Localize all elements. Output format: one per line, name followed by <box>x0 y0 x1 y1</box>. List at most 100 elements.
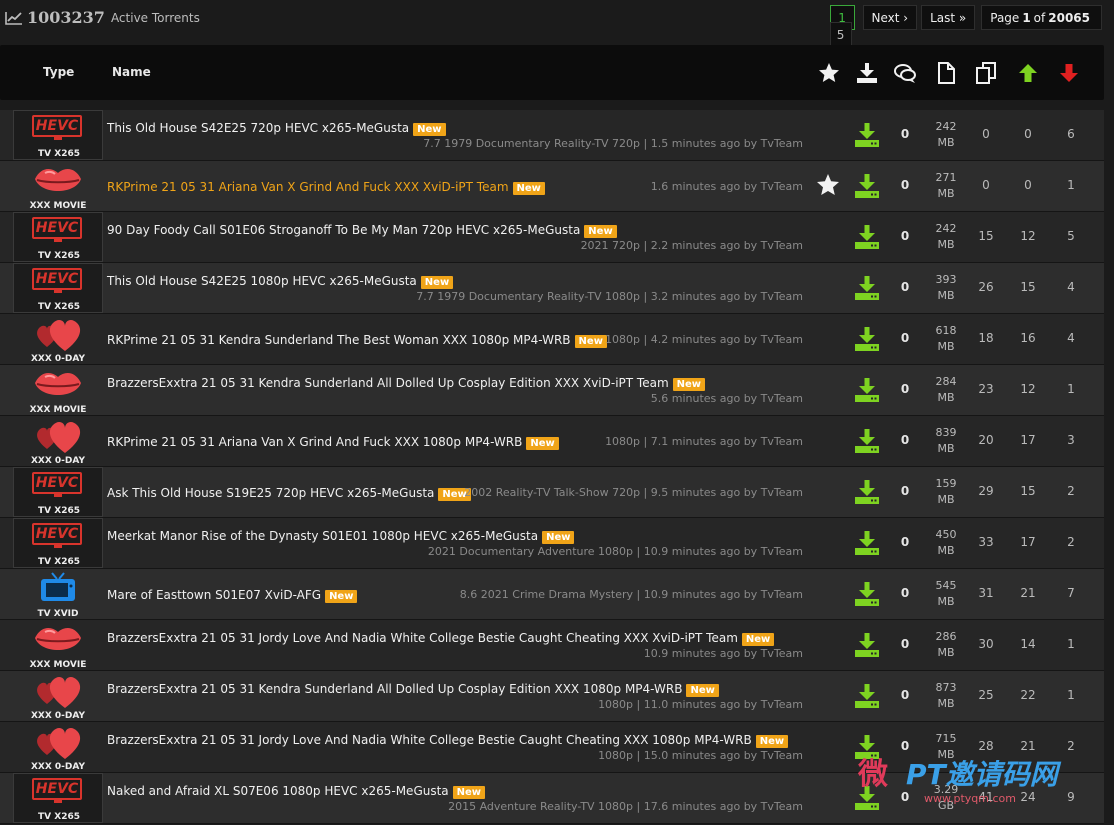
torrent-meta: 7.7 1979 Documentary Reality-TV 1080p | … <box>416 290 803 303</box>
category-label: TV X265 <box>38 557 80 567</box>
size-unit: MB <box>937 340 955 353</box>
size-unit: MB <box>937 187 955 200</box>
torrent-name-link[interactable]: This Old House S42E25 1080p HEVC x265-Me… <box>107 274 454 289</box>
torrent-name-link[interactable]: Meerkat Manor Rise of the Dynasty S01E01… <box>107 529 575 544</box>
new-badge: New <box>542 531 575 544</box>
download-icon[interactable] <box>854 377 880 403</box>
comment-count: 0 <box>900 433 910 447</box>
download-icon[interactable] <box>854 326 880 352</box>
file-icon[interactable] <box>934 61 958 85</box>
torrent-name-link[interactable]: Ask This Old House S19E25 720p HEVC x265… <box>107 486 471 501</box>
completed-count: 4 <box>1067 280 1075 294</box>
category-type[interactable]: HEVC TV X265 <box>13 212 103 262</box>
torrent-name: Naked and Afraid XL S07E06 1080p HEVC x2… <box>107 784 449 798</box>
download-icon[interactable] <box>854 428 880 454</box>
size-unit: MB <box>937 238 955 251</box>
download-icon[interactable] <box>854 224 880 250</box>
download-icon[interactable] <box>854 479 880 505</box>
torrent-name-link[interactable]: BrazzersExxtra 21 05 31 Kendra Sunderlan… <box>107 376 706 391</box>
copy-icon[interactable] <box>974 61 998 85</box>
torrent-name-link[interactable]: This Old House S42E25 720p HEVC x265-MeG… <box>107 121 446 136</box>
download-icon[interactable] <box>854 632 880 658</box>
active-torrents-summary: 1003237 Active Torrents <box>5 8 200 27</box>
star-icon[interactable] <box>816 173 840 197</box>
category-type[interactable]: XXX MOVIE <box>13 620 103 670</box>
new-badge: New <box>755 735 789 748</box>
file-size: 284 MB <box>926 374 966 406</box>
category-label: TV X265 <box>38 812 80 822</box>
column-header-name[interactable]: Name <box>112 65 151 79</box>
category-type[interactable]: XXX 0-DAY <box>13 722 103 772</box>
torrent-name-link[interactable]: Naked and Afraid XL S07E06 1080p HEVC x2… <box>107 784 486 799</box>
file-size: 286 MB <box>926 629 966 661</box>
download-icon[interactable] <box>854 122 880 148</box>
category-type[interactable]: HEVC TV X265 <box>13 467 103 517</box>
next-page-button[interactable]: Next › <box>862 5 918 30</box>
column-header-type[interactable]: Type <box>43 65 74 79</box>
torrent-name-link[interactable]: 90 Day Foody Call S01E06 Stroganoff To B… <box>107 223 617 238</box>
page-button-5[interactable]: 5 <box>829 22 852 47</box>
new-badge: New <box>452 786 486 799</box>
torrent-name-link[interactable]: Mare of Easttown S01E07 XviD-AFG New <box>107 588 358 603</box>
size-unit: MB <box>937 697 955 710</box>
category-type[interactable]: XXX 0-DAY <box>13 416 103 466</box>
comment-count: 0 <box>900 331 910 345</box>
comments-icon[interactable] <box>893 61 917 85</box>
leechers-count: 15 <box>1020 484 1036 498</box>
category-label: XXX MOVIE <box>29 405 87 415</box>
download-icon[interactable] <box>855 61 879 85</box>
completed-count: 1 <box>1067 178 1075 192</box>
size-unit: MB <box>937 391 955 404</box>
table-row: TV XVID Mare of Easttown S01E07 XviD-AFG N… <box>0 569 1104 620</box>
tv-stand <box>54 290 62 293</box>
category-type[interactable]: HEVC TV X265 <box>13 773 103 823</box>
arrow-down-icon[interactable] <box>1057 61 1081 85</box>
table-row: HEVC TV X265 Meerkat Manor Rise of the Dyn… <box>0 518 1104 569</box>
category-type[interactable]: HEVC TV X265 <box>13 263 103 313</box>
arrow-up-icon[interactable] <box>1016 61 1040 85</box>
lips-icon <box>35 373 81 395</box>
hevc-logo: HEVC <box>32 217 82 239</box>
torrent-name-link[interactable]: BrazzersExxtra 21 05 31 Kendra Sunderlan… <box>107 682 719 697</box>
download-icon[interactable] <box>854 530 880 556</box>
category-label: TV X265 <box>38 302 80 312</box>
torrent-name: BrazzersExxtra 21 05 31 Jordy Love And N… <box>107 631 738 645</box>
torrent-name: RKPrime 21 05 31 Ariana Van X Grind And … <box>107 435 523 449</box>
download-icon[interactable] <box>854 173 880 199</box>
torrent-name-link[interactable]: RKPrime 21 05 31 Ariana Van X Grind And … <box>107 180 545 195</box>
file-size: 618 MB <box>926 323 966 355</box>
category-type[interactable]: XXX MOVIE <box>13 161 103 211</box>
download-icon[interactable] <box>854 581 880 607</box>
last-page-button[interactable]: Last » <box>921 5 976 30</box>
torrent-name-link[interactable]: RKPrime 21 05 31 Kendra Sunderland The B… <box>107 333 607 348</box>
size-unit: MB <box>937 289 955 302</box>
download-icon[interactable] <box>854 275 880 301</box>
file-size: 873 MB <box>926 680 966 712</box>
seeders-count: 0 <box>982 178 990 192</box>
leechers-count: 12 <box>1020 382 1036 396</box>
category-label: XXX 0-DAY <box>30 456 86 466</box>
tv-stand <box>54 239 62 242</box>
category-type[interactable]: XXX 0-DAY <box>13 314 103 364</box>
category-type[interactable]: XXX 0-DAY <box>13 671 103 721</box>
size-number: 618 <box>935 324 957 337</box>
torrent-name-link[interactable]: BrazzersExxtra 21 05 31 Jordy Love And N… <box>107 631 775 646</box>
torrent-name-link[interactable]: RKPrime 21 05 31 Ariana Van X Grind And … <box>107 435 559 450</box>
new-badge: New <box>413 123 446 136</box>
hevc-logo: HEVC <box>32 115 82 137</box>
completed-count: 3 <box>1067 433 1075 447</box>
torrent-meta: 5.6 minutes ago by TvTeam <box>650 392 803 405</box>
star-icon[interactable] <box>817 61 841 85</box>
torrent-meta: 2021 Documentary Adventure 1080p | 10.9 … <box>427 545 803 558</box>
category-type[interactable]: XXX MOVIE <box>13 365 103 415</box>
comment-count: 0 <box>900 739 910 753</box>
page-current: 1 <box>1022 10 1031 25</box>
download-icon[interactable] <box>854 683 880 709</box>
category-type[interactable]: TV XVID <box>13 569 103 619</box>
torrent-meta: 8.6 2021 Crime Drama Mystery | 10.9 minu… <box>459 588 803 601</box>
category-type[interactable]: HEVC TV X265 <box>13 518 103 568</box>
new-badge: New <box>325 590 358 603</box>
new-badge: New <box>574 335 607 348</box>
category-type[interactable]: HEVC TV X265 <box>13 110 103 160</box>
torrent-name-link[interactable]: BrazzersExxtra 21 05 31 Jordy Love And N… <box>107 733 789 748</box>
